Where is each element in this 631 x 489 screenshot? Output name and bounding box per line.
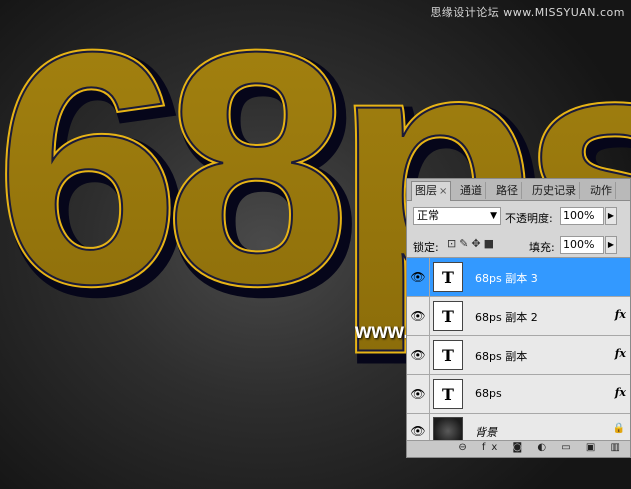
- layers-panel: 图层 × 通道 路径 历史记录 动作 正常 ▼ 不透明度: 100% ▶ 锁定: ⊡…: [406, 178, 631, 458]
- lock-icon: 🔒: [612, 423, 625, 434]
- layer-name: 68ps: [475, 387, 502, 400]
- text-layer-thumbnail: T: [433, 340, 463, 370]
- text-layer-thumbnail: T: [433, 301, 463, 331]
- layer-name: 68ps 副本 3: [475, 272, 538, 285]
- layer-name: 背景: [475, 426, 497, 439]
- tab-history[interactable]: 历史记录: [529, 182, 580, 199]
- text-layer-thumbnail: T: [433, 379, 463, 409]
- blend-mode-select[interactable]: 正常 ▼: [413, 207, 501, 225]
- tab-actions[interactable]: 动作: [587, 182, 616, 199]
- lock-options-icons[interactable]: ⊡✎✥■: [447, 237, 497, 250]
- panel-action-icons[interactable]: ⊖ fx ◙ ◐ ▭ ▣ ▥: [458, 442, 626, 453]
- visibility-eye-icon[interactable]: 👁: [407, 297, 430, 335]
- layer-name: 68ps 副本: [475, 350, 528, 363]
- tab-channels[interactable]: 通道: [457, 182, 486, 199]
- opacity-input[interactable]: 100%: [560, 207, 604, 225]
- opacity-slider-arrow-icon[interactable]: ▶: [605, 207, 617, 225]
- fx-icon[interactable]: fx: [615, 308, 626, 321]
- panel-tabs: 图层 × 通道 路径 历史记录 动作: [407, 179, 630, 201]
- layer-name: 68ps 副本 2: [475, 311, 538, 324]
- layer-row[interactable]: 👁 T 68ps 副本 2 fx: [407, 297, 630, 336]
- fill-slider-arrow-icon[interactable]: ▶: [605, 236, 617, 254]
- lock-fill-row: 锁定: ⊡✎✥■ 填充: 100% ▶: [407, 233, 630, 258]
- blend-opacity-row: 正常 ▼ 不透明度: 100% ▶: [407, 204, 630, 230]
- watermark-top: 思缘设计论坛 www.MISSYUAN.com: [430, 6, 625, 19]
- layer-row[interactable]: 👁 T 68ps 副本 3: [407, 258, 630, 297]
- dropdown-arrow-icon: ▼: [490, 211, 497, 221]
- visibility-eye-icon[interactable]: 👁: [407, 336, 430, 374]
- lock-label: 锁定:: [413, 241, 439, 254]
- opacity-label: 不透明度:: [505, 212, 553, 225]
- panel-bottom-bar: ⊖ fx ◙ ◐ ▭ ▣ ▥: [407, 440, 630, 457]
- fill-label: 填充:: [529, 241, 555, 254]
- layer-list: 👁 T 68ps 副本 3 👁 T 68ps 副本 2 fx 👁 T 68ps …: [407, 258, 630, 449]
- layer-row[interactable]: 👁 T 68ps 副本 fx: [407, 336, 630, 375]
- visibility-eye-icon[interactable]: 👁: [407, 375, 430, 413]
- tab-paths[interactable]: 路径: [493, 182, 522, 199]
- visibility-eye-icon[interactable]: 👁: [407, 258, 430, 296]
- text-layer-thumbnail: T: [433, 262, 463, 292]
- fx-icon[interactable]: fx: [615, 386, 626, 399]
- close-icon[interactable]: ×: [439, 186, 447, 197]
- tab-layers[interactable]: 图层 ×: [411, 181, 452, 201]
- fill-input[interactable]: 100%: [560, 236, 604, 254]
- layer-row[interactable]: 👁 T 68ps fx: [407, 375, 630, 414]
- fx-icon[interactable]: fx: [615, 347, 626, 360]
